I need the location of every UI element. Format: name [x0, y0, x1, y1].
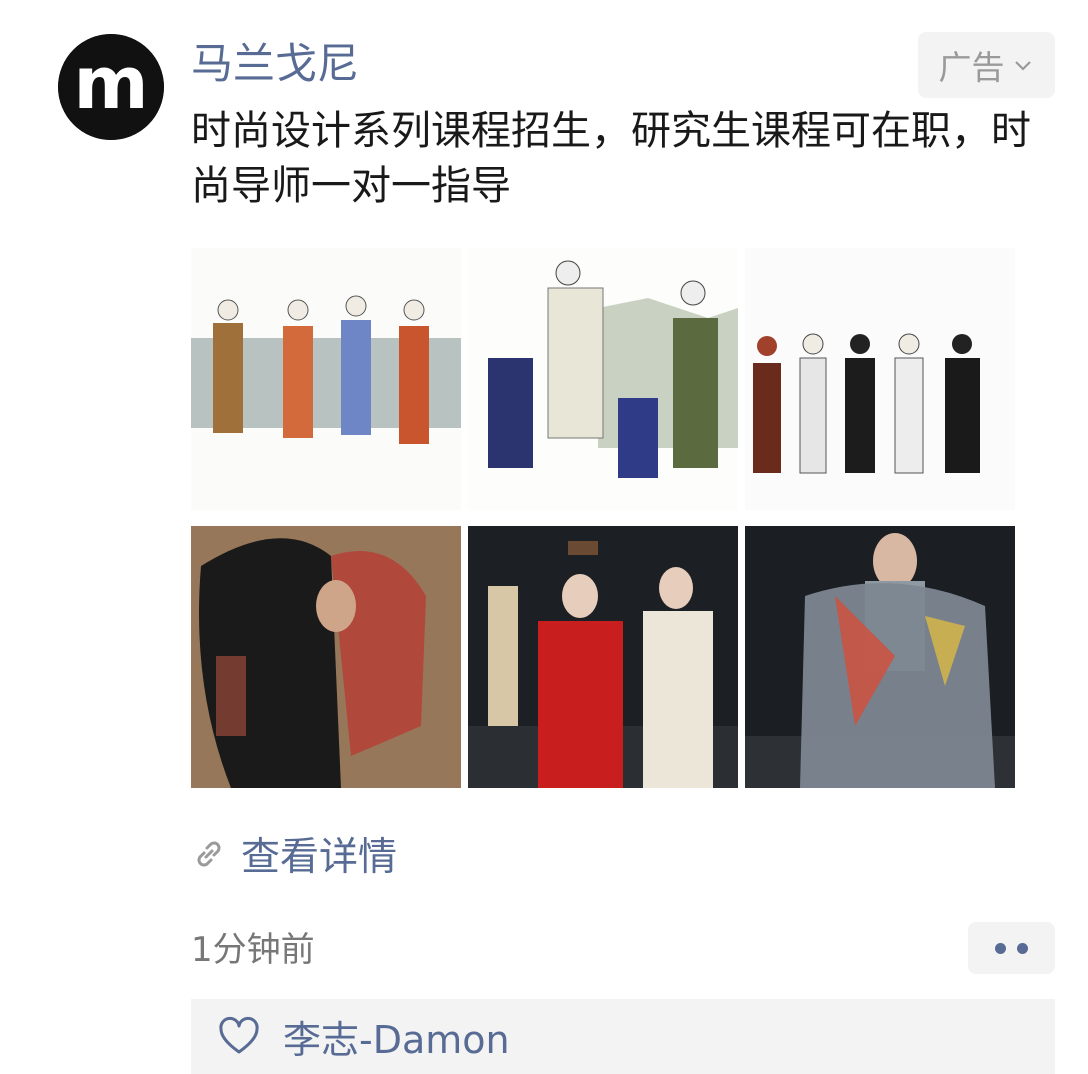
- more-actions-button[interactable]: [968, 922, 1055, 974]
- liker-name[interactable]: 李志-Damon: [283, 1009, 510, 1064]
- photo-5[interactable]: [468, 526, 738, 788]
- photo-3[interactable]: [745, 248, 1015, 510]
- brand-logo: m: [58, 34, 164, 140]
- chevron-down-icon: [1011, 53, 1035, 77]
- photo-4[interactable]: [191, 526, 461, 788]
- photo-2[interactable]: [468, 248, 738, 510]
- view-details-link[interactable]: 查看详情: [191, 826, 397, 882]
- more-dots-icon: [995, 942, 1006, 954]
- photo-6[interactable]: [745, 526, 1015, 788]
- ad-label: 广告: [938, 48, 1005, 87]
- svg-text:m: m: [73, 41, 148, 125]
- link-icon: [191, 836, 227, 872]
- author-avatar[interactable]: m: [58, 34, 164, 140]
- ad-text: 时尚设计系列课程招生，研究生课程可在职，时尚导师一对一指导: [191, 108, 1031, 209]
- photo-1[interactable]: [191, 248, 461, 510]
- author-name[interactable]: 马兰戈尼: [191, 36, 359, 92]
- ad-badge-button[interactable]: 广告: [918, 32, 1055, 98]
- view-details-label: 查看详情: [241, 835, 398, 880]
- heart-icon: [217, 1015, 261, 1059]
- likes-section: 李志-Damon: [191, 999, 1055, 1074]
- post-time: 1分钟前: [191, 930, 315, 970]
- photo-grid: [191, 248, 1015, 788]
